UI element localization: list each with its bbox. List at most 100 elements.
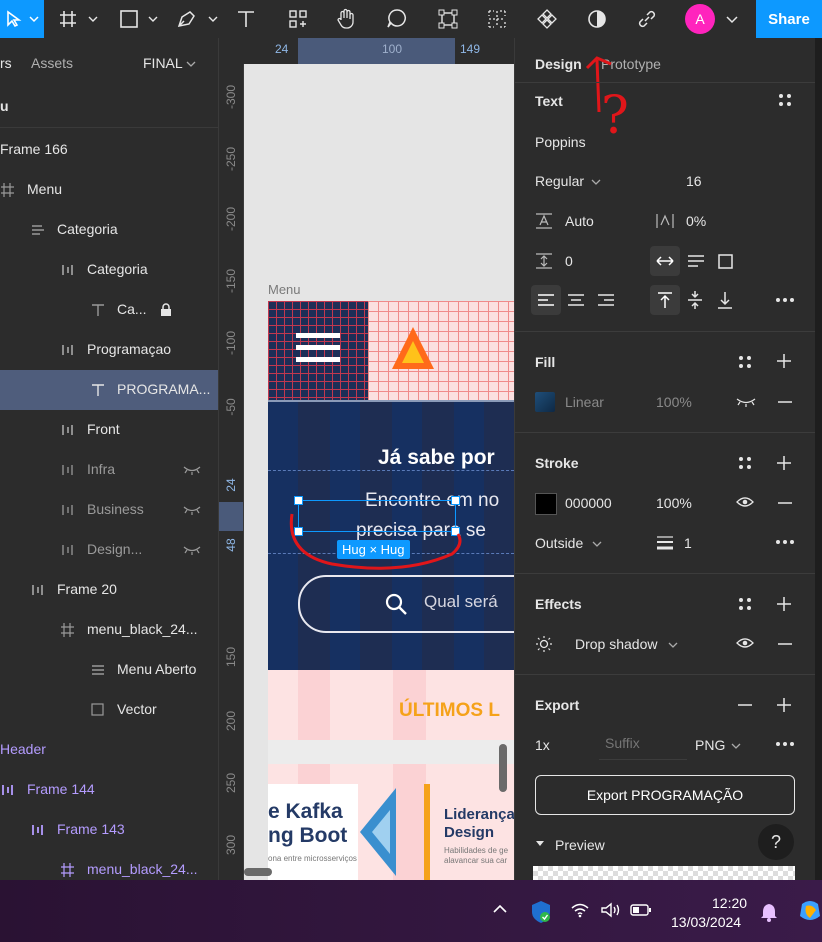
frame-label[interactable]: Menu <box>268 282 301 297</box>
layer-infra[interactable]: Infra <box>0 450 218 490</box>
menu-button-frame[interactable] <box>268 301 368 401</box>
align-left-button[interactable] <box>531 285 561 315</box>
stroke-swatch[interactable] <box>535 493 557 515</box>
auto-height-icon[interactable] <box>686 253 706 269</box>
font-family-select[interactable]: Poppins <box>535 134 586 150</box>
bounding-box-button[interactable] <box>436 0 460 38</box>
design-canvas[interactable]: Menu Já sabe por Encontre em no precisa … <box>244 64 514 880</box>
paragraph-spacing-input[interactable]: 0 <box>565 253 573 269</box>
page-selector[interactable]: FINAL <box>143 55 183 71</box>
remove-icon[interactable] <box>737 703 753 707</box>
layer-header[interactable]: Header <box>0 730 218 770</box>
layer-vector[interactable]: Vector <box>0 690 218 730</box>
eye-icon[interactable] <box>736 496 754 508</box>
search-bar[interactable]: Qual será <box>298 575 514 633</box>
battery-icon[interactable] <box>630 904 652 916</box>
layer-programacao-text-selected[interactable]: PROGRAMA... <box>0 370 218 410</box>
layer-frame-143[interactable]: Frame 143 <box>0 810 218 850</box>
styles-grid-icon[interactable] <box>738 456 752 470</box>
letter-spacing-input[interactable]: 0% <box>686 213 706 229</box>
stroke-position-select[interactable]: Outside <box>535 535 583 551</box>
fixed-size-icon[interactable] <box>717 253 735 271</box>
add-icon[interactable] <box>776 697 792 713</box>
layer-front[interactable]: Front <box>0 410 218 450</box>
export-scale[interactable]: 1x <box>535 737 550 753</box>
volume-icon[interactable] <box>600 902 622 918</box>
stroke-hex[interactable]: 000000 <box>565 495 612 511</box>
more-options-icon[interactable] <box>775 297 795 303</box>
layer-frame-144[interactable]: Frame 144 <box>0 770 218 810</box>
course-card[interactable]: Liderança Design Habilidades de ge alava… <box>424 784 514 880</box>
remove-icon[interactable] <box>777 400 793 404</box>
add-icon[interactable] <box>776 455 792 471</box>
font-weight-select[interactable]: Regular <box>535 173 584 189</box>
tab-layers[interactable]: rs <box>0 55 12 71</box>
security-shield-icon[interactable] <box>530 900 552 924</box>
tab-design[interactable]: Design <box>535 56 582 72</box>
more-options-icon[interactable] <box>775 539 795 545</box>
add-icon[interactable] <box>776 596 792 612</box>
chevron-up-icon[interactable] <box>492 904 508 914</box>
align-middle-icon[interactable] <box>687 290 703 310</box>
fill-swatch[interactable] <box>535 392 555 412</box>
notification-bell-icon[interactable] <box>760 902 778 922</box>
hand-tool-button[interactable] <box>334 0 358 38</box>
layer-programacao[interactable]: Programaçao <box>0 330 218 370</box>
layer-business[interactable]: Business <box>0 490 218 530</box>
avatar-menu-button[interactable] <box>722 0 742 38</box>
line-height-input[interactable]: Auto <box>565 213 594 229</box>
copilot-icon[interactable] <box>798 898 822 924</box>
components-tool-button[interactable] <box>286 0 310 38</box>
remove-icon[interactable] <box>777 642 793 646</box>
hidden-eye-icon[interactable] <box>183 544 201 556</box>
auto-width-button[interactable] <box>650 246 680 276</box>
align-right-icon[interactable] <box>597 293 615 307</box>
layer-design[interactable]: Design... <box>0 530 218 570</box>
share-button[interactable]: Share <box>756 0 822 38</box>
clock-date[interactable]: 13/03/2024 <box>671 914 741 930</box>
eye-icon[interactable] <box>736 637 754 649</box>
styles-grid-icon[interactable] <box>778 93 792 107</box>
comment-tool-button[interactable] <box>384 0 410 38</box>
layer-menu[interactable]: Menu <box>0 170 218 210</box>
course-card[interactable]: e Kafka ng Boot ona entre microsserviços <box>268 784 358 880</box>
grid-selection-button[interactable] <box>485 0 509 38</box>
export-button[interactable]: Export PROGRAMAÇÃO <box>535 775 795 815</box>
section-title[interactable]: ÚLTIMOS L <box>399 700 500 722</box>
layer-categoria-group[interactable]: Categoria <box>0 210 218 250</box>
stroke-weight-input[interactable]: 1 <box>684 535 692 551</box>
frame-tool-button[interactable] <box>56 0 100 38</box>
avatar[interactable]: A <box>684 0 716 38</box>
layer-categoria[interactable]: Categoria <box>0 250 218 290</box>
layer-menu-black-instance[interactable]: menu_black_24... <box>0 850 218 880</box>
hidden-eye-icon[interactable] <box>736 396 756 408</box>
fill-opacity[interactable]: 100% <box>656 394 692 410</box>
hidden-eye-icon[interactable] <box>183 504 201 516</box>
fill-type[interactable]: Linear <box>565 394 604 410</box>
layer-menu-aberto[interactable]: Menu Aberto <box>0 650 218 690</box>
create-component-button[interactable] <box>535 0 559 38</box>
link-button[interactable] <box>635 0 659 38</box>
effect-type-select[interactable]: Drop shadow <box>575 636 658 652</box>
add-icon[interactable] <box>776 353 792 369</box>
canvas-vertical-scrollbar[interactable] <box>499 744 507 792</box>
text-tool-button[interactable] <box>233 0 259 38</box>
canvas-horizontal-scrollbar[interactable] <box>244 868 272 876</box>
wifi-icon[interactable] <box>570 902 590 918</box>
styles-grid-icon[interactable] <box>738 355 752 369</box>
layer-menu-black[interactable]: menu_black_24... <box>0 610 218 650</box>
align-center-icon[interactable] <box>567 293 585 307</box>
move-tool-button[interactable] <box>0 0 44 38</box>
layer-ca-text[interactable]: Ca... <box>0 290 218 330</box>
hidden-eye-icon[interactable] <box>183 464 201 476</box>
layer-frame-20[interactable]: Frame 20 <box>0 570 218 610</box>
caret-down-icon[interactable] <box>535 840 545 848</box>
help-button[interactable]: ? <box>758 824 794 860</box>
align-bottom-icon[interactable] <box>717 290 733 310</box>
font-size-input[interactable]: 16 <box>686 173 702 189</box>
lock-icon[interactable] <box>160 303 172 317</box>
stroke-opacity[interactable]: 100% <box>656 495 692 511</box>
layer-frame-166[interactable]: Frame 166 <box>0 130 218 170</box>
preview-toggle[interactable]: Preview <box>555 837 605 853</box>
remove-icon[interactable] <box>777 501 793 505</box>
